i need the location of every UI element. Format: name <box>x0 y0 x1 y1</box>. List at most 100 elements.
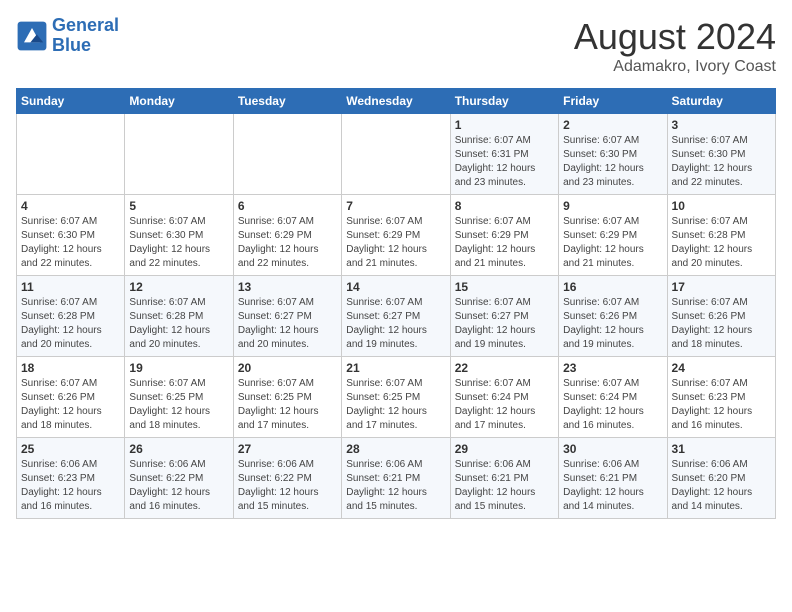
day-info: Sunrise: 6:07 AM Sunset: 6:27 PM Dayligh… <box>238 296 337 352</box>
day-number: 8 <box>455 199 554 213</box>
table-cell: 21Sunrise: 6:07 AM Sunset: 6:25 PM Dayli… <box>342 357 450 438</box>
col-sunday: Sunday <box>17 89 125 114</box>
table-cell <box>17 114 125 195</box>
col-monday: Monday <box>125 89 233 114</box>
logo-icon <box>16 20 48 52</box>
table-cell: 9Sunrise: 6:07 AM Sunset: 6:29 PM Daylig… <box>559 195 667 276</box>
day-info: Sunrise: 6:06 AM Sunset: 6:21 PM Dayligh… <box>563 458 662 514</box>
calendar-title: August 2024 <box>574 16 776 58</box>
table-cell: 6 Sunrise: 6:07 AM Sunset: 6:29 PM Daylig… <box>233 195 341 276</box>
week-row-5: 25 Sunrise: 6:06 AM Sunset: 6:23 PM Dayli… <box>17 438 776 519</box>
day-info: Sunrise: 6:07 AM Sunset: 6:23 PM Dayligh… <box>672 377 771 433</box>
page-header: General Blue August 2024 Adamakro, Ivory… <box>16 16 776 76</box>
day-info: Sunrise: 6:07 AM Sunset: 6:29 PM Dayligh… <box>346 215 445 271</box>
table-cell: 29 Sunrise: 6:06 AM Sunset: 6:21 PM Dayli… <box>450 438 558 519</box>
title-area: August 2024 Adamakro, Ivory Coast <box>574 16 776 76</box>
day-number: 17 <box>672 280 771 294</box>
table-cell: 4Sunrise: 6:07 AM Sunset: 6:30 PM Daylig… <box>17 195 125 276</box>
table-cell: 22 Sunrise: 6:07 AM Sunset: 6:24 PM Dayli… <box>450 357 558 438</box>
day-info: Sunrise: 6:06 AM Sunset: 6:21 PM Dayligh… <box>455 458 554 514</box>
logo-text: General Blue <box>52 16 119 56</box>
day-number: 22 <box>455 361 554 375</box>
day-info: Sunrise: 6:07 AM Sunset: 6:29 PM Dayligh… <box>455 215 554 271</box>
day-info: Sunrise: 6:06 AM Sunset: 6:21 PM Dayligh… <box>346 458 445 514</box>
day-info: Sunrise: 6:07 AM Sunset: 6:27 PM Dayligh… <box>346 296 445 352</box>
day-number: 24 <box>672 361 771 375</box>
day-number: 20 <box>238 361 337 375</box>
table-cell: 26 Sunrise: 6:06 AM Sunset: 6:22 PM Dayli… <box>125 438 233 519</box>
table-cell: 27 Sunrise: 6:06 AM Sunset: 6:22 PM Dayli… <box>233 438 341 519</box>
day-info: Sunrise: 6:06 AM Sunset: 6:23 PM Dayligh… <box>21 458 120 514</box>
day-number: 18 <box>21 361 120 375</box>
table-cell: 28 Sunrise: 6:06 AM Sunset: 6:21 PM Dayli… <box>342 438 450 519</box>
table-cell: 1Sunrise: 6:07 AM Sunset: 6:31 PM Daylig… <box>450 114 558 195</box>
col-saturday: Saturday <box>667 89 775 114</box>
day-number: 19 <box>129 361 228 375</box>
table-cell: 31 Sunrise: 6:06 AM Sunset: 6:20 PM Dayli… <box>667 438 775 519</box>
day-number: 25 <box>21 442 120 456</box>
day-number: 27 <box>238 442 337 456</box>
calendar-subtitle: Adamakro, Ivory Coast <box>574 58 776 76</box>
table-cell: 25 Sunrise: 6:06 AM Sunset: 6:23 PM Dayli… <box>17 438 125 519</box>
day-number: 15 <box>455 280 554 294</box>
day-info: Sunrise: 6:07 AM Sunset: 6:28 PM Dayligh… <box>21 296 120 352</box>
col-friday: Friday <box>559 89 667 114</box>
day-info: Sunrise: 6:07 AM Sunset: 6:24 PM Dayligh… <box>455 377 554 433</box>
day-number: 3 <box>672 118 771 132</box>
table-cell: 17 Sunrise: 6:07 AM Sunset: 6:26 PM Dayli… <box>667 276 775 357</box>
day-info: Sunrise: 6:07 AM Sunset: 6:29 PM Dayligh… <box>238 215 337 271</box>
logo-line2: Blue <box>52 35 91 55</box>
table-cell: 18 Sunrise: 6:07 AM Sunset: 6:26 PM Dayli… <box>17 357 125 438</box>
weekday-header-row: Sunday Monday Tuesday Wednesday Thursday… <box>17 89 776 114</box>
day-number: 30 <box>563 442 662 456</box>
day-info: Sunrise: 6:07 AM Sunset: 6:28 PM Dayligh… <box>672 215 771 271</box>
day-number: 10 <box>672 199 771 213</box>
logo: General Blue <box>16 16 119 56</box>
day-number: 5 <box>129 199 228 213</box>
day-info: Sunrise: 6:07 AM Sunset: 6:27 PM Dayligh… <box>455 296 554 352</box>
day-number: 7 <box>346 199 445 213</box>
week-row-3: 11Sunrise: 6:07 AM Sunset: 6:28 PM Dayli… <box>17 276 776 357</box>
day-info: Sunrise: 6:07 AM Sunset: 6:30 PM Dayligh… <box>21 215 120 271</box>
table-cell: 20 Sunrise: 6:07 AM Sunset: 6:25 PM Dayli… <box>233 357 341 438</box>
table-cell: 3Sunrise: 6:07 AM Sunset: 6:30 PM Daylig… <box>667 114 775 195</box>
table-cell: 10 Sunrise: 6:07 AM Sunset: 6:28 PM Dayli… <box>667 195 775 276</box>
table-cell: 7 Sunrise: 6:07 AM Sunset: 6:29 PM Daylig… <box>342 195 450 276</box>
day-number: 13 <box>238 280 337 294</box>
day-number: 31 <box>672 442 771 456</box>
calendar-table: Sunday Monday Tuesday Wednesday Thursday… <box>16 88 776 519</box>
table-cell <box>233 114 341 195</box>
week-row-4: 18 Sunrise: 6:07 AM Sunset: 6:26 PM Dayli… <box>17 357 776 438</box>
day-info: Sunrise: 6:07 AM Sunset: 6:25 PM Dayligh… <box>238 377 337 433</box>
table-cell: 2 Sunrise: 6:07 AM Sunset: 6:30 PM Daylig… <box>559 114 667 195</box>
day-info: Sunrise: 6:07 AM Sunset: 6:31 PM Dayligh… <box>455 134 554 190</box>
table-cell: 14Sunrise: 6:07 AM Sunset: 6:27 PM Dayli… <box>342 276 450 357</box>
day-number: 26 <box>129 442 228 456</box>
day-info: Sunrise: 6:07 AM Sunset: 6:30 PM Dayligh… <box>563 134 662 190</box>
day-info: Sunrise: 6:06 AM Sunset: 6:20 PM Dayligh… <box>672 458 771 514</box>
day-info: Sunrise: 6:07 AM Sunset: 6:26 PM Dayligh… <box>21 377 120 433</box>
day-info: Sunrise: 6:07 AM Sunset: 6:28 PM Dayligh… <box>129 296 228 352</box>
day-info: Sunrise: 6:06 AM Sunset: 6:22 PM Dayligh… <box>129 458 228 514</box>
day-info: Sunrise: 6:06 AM Sunset: 6:22 PM Dayligh… <box>238 458 337 514</box>
day-info: Sunrise: 6:07 AM Sunset: 6:30 PM Dayligh… <box>129 215 228 271</box>
day-info: Sunrise: 6:07 AM Sunset: 6:24 PM Dayligh… <box>563 377 662 433</box>
table-cell: 23 Sunrise: 6:07 AM Sunset: 6:24 PM Dayli… <box>559 357 667 438</box>
table-cell: 15 Sunrise: 6:07 AM Sunset: 6:27 PM Dayli… <box>450 276 558 357</box>
day-number: 23 <box>563 361 662 375</box>
table-cell: 5 Sunrise: 6:07 AM Sunset: 6:30 PM Daylig… <box>125 195 233 276</box>
day-number: 29 <box>455 442 554 456</box>
table-cell: 16Sunrise: 6:07 AM Sunset: 6:26 PM Dayli… <box>559 276 667 357</box>
day-number: 16 <box>563 280 662 294</box>
day-info: Sunrise: 6:07 AM Sunset: 6:26 PM Dayligh… <box>672 296 771 352</box>
day-number: 2 <box>563 118 662 132</box>
table-cell: 19Sunrise: 6:07 AM Sunset: 6:25 PM Dayli… <box>125 357 233 438</box>
week-row-2: 4Sunrise: 6:07 AM Sunset: 6:30 PM Daylig… <box>17 195 776 276</box>
table-cell: 30 Sunrise: 6:06 AM Sunset: 6:21 PM Dayli… <box>559 438 667 519</box>
col-thursday: Thursday <box>450 89 558 114</box>
table-cell: 13 Sunrise: 6:07 AM Sunset: 6:27 PM Dayli… <box>233 276 341 357</box>
table-cell: 12Sunrise: 6:07 AM Sunset: 6:28 PM Dayli… <box>125 276 233 357</box>
day-number: 28 <box>346 442 445 456</box>
day-number: 6 <box>238 199 337 213</box>
table-cell: 11Sunrise: 6:07 AM Sunset: 6:28 PM Dayli… <box>17 276 125 357</box>
